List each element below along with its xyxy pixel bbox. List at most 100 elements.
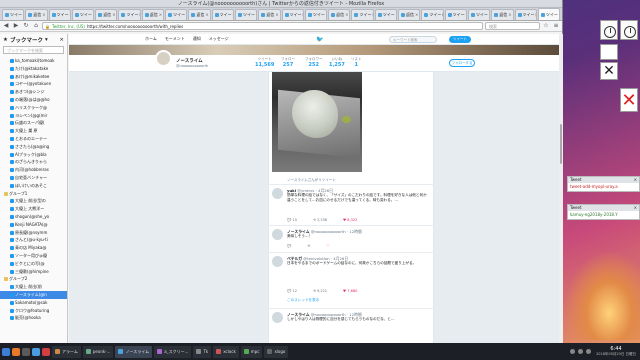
menu-icon[interactable]: ≡ bbox=[552, 22, 560, 30]
browser-tab[interactable]: 返信 × bbox=[25, 9, 48, 20]
avatar[interactable] bbox=[272, 188, 283, 199]
bookmark-item[interactable]: とおるのエーテー bbox=[0, 135, 67, 143]
bookmark-item[interactable]: 自宅亜バンチャー bbox=[0, 174, 67, 182]
browser-tab[interactable]: 返信 × bbox=[258, 9, 281, 20]
browser-tab[interactable]: ツイート× bbox=[71, 9, 95, 20]
tweet[interactable]: ノースライム @noooooooooorth · 12時間 しかしやはり人は物理… bbox=[269, 308, 435, 343]
browser-tab[interactable]: ツイート× bbox=[304, 9, 328, 20]
retweet-icon[interactable]: ⟲ 3,336 bbox=[313, 218, 327, 222]
avatar[interactable] bbox=[155, 50, 172, 67]
browser-tab[interactable]: 返信 × bbox=[398, 9, 421, 20]
bookmark-item[interactable]: 大優上 巣 原 bbox=[0, 127, 67, 135]
taskbar-task[interactable]: Tk bbox=[193, 345, 212, 358]
bookmark-item[interactable]: 大優上 前出(型の bbox=[0, 197, 67, 205]
bookmark-item[interactable]: ノースライム(@n bbox=[0, 290, 67, 299]
notification-popup[interactable]: Tweet × kamuy-eg2018y-2018.Y bbox=[567, 204, 640, 220]
bookmark-item[interactable]: クロウ@featuring bbox=[0, 307, 67, 315]
close-icon[interactable]: × bbox=[112, 10, 115, 20]
search-input[interactable]: 検索 bbox=[485, 22, 540, 30]
bookmark-item[interactable]: 販売(@hooka bbox=[0, 314, 67, 322]
nav-messages[interactable]: メッセージ bbox=[209, 36, 229, 42]
profile-stat[interactable]: フォロー 257 bbox=[281, 57, 295, 68]
browser-tab[interactable]: ツイート× bbox=[211, 9, 234, 20]
browser-tab[interactable]: ツイート× bbox=[444, 9, 467, 20]
bookmark-item[interactable]: Sakamoto(@sak bbox=[0, 299, 67, 307]
taskbar-clock[interactable]: 6:44 2018年05月20日 日曜日 bbox=[594, 346, 638, 357]
browser-tab[interactable]: ツイート× bbox=[374, 9, 398, 20]
close-icon[interactable]: × bbox=[634, 205, 637, 211]
bookmark-item[interactable]: 大優上 大熊洋ー bbox=[0, 205, 67, 213]
xclock-widget[interactable] bbox=[600, 20, 618, 40]
reply-icon[interactable]: 💬 15 bbox=[287, 218, 297, 222]
taskbar-task[interactable]: mpc bbox=[240, 345, 263, 358]
follow-button[interactable]: フォローする bbox=[449, 59, 475, 67]
bookmark-item[interactable]: の端落(@は@@ho bbox=[0, 96, 67, 104]
like-icon[interactable]: ♡ bbox=[326, 244, 329, 248]
close-icon[interactable]: × bbox=[205, 10, 208, 20]
taskbar-task[interactable]: peonk-... bbox=[82, 345, 114, 358]
forward-button[interactable]: ▶ bbox=[12, 22, 20, 30]
red-x-icon[interactable]: ✕ bbox=[620, 88, 638, 112]
browser-tab[interactable]: ツイート× bbox=[234, 9, 258, 20]
bookmark-item[interactable]: ヨシペン(@g(mir bbox=[0, 112, 67, 120]
reply-icon[interactable]: 💬 bbox=[287, 244, 291, 248]
tweet[interactable]: yuki @ymtnrs · 4月26日 簡単な料理の話ではなく、「サイズ」のこ… bbox=[269, 184, 435, 224]
profile-stat[interactable]: フォロワー 252 bbox=[305, 57, 323, 68]
nav-notifications[interactable]: 通知 bbox=[193, 36, 201, 42]
show-thread-link[interactable]: このスレッドを表示 bbox=[287, 298, 319, 303]
browser-tab[interactable]: ツイート× bbox=[48, 9, 71, 20]
close-icon[interactable]: × bbox=[508, 10, 511, 20]
twitter-search-input[interactable]: キーワード検索 bbox=[389, 36, 437, 43]
bookmark-item[interactable]: さんと(@u-kyu-ti bbox=[0, 236, 67, 244]
bookmark-item[interactable]: あきつ(@シンジ bbox=[0, 88, 67, 96]
nav-moments[interactable]: モーメント bbox=[165, 36, 185, 42]
home-icon[interactable]: ⌂ bbox=[32, 22, 40, 30]
bookmark-item[interactable]: ka_tomoaki(tomoak bbox=[0, 57, 67, 65]
bookmark-item[interactable]: のざらんきりゃら bbox=[0, 158, 67, 166]
tweet-photo[interactable] bbox=[272, 72, 362, 172]
xlogo-icon[interactable]: ✕ bbox=[600, 62, 618, 80]
sidebar-title[interactable]: ブックマーク bbox=[10, 36, 43, 44]
close-icon[interactable]: × bbox=[345, 10, 348, 20]
browser-tab[interactable]: ツイート× bbox=[165, 9, 188, 20]
browser-icon[interactable] bbox=[42, 347, 50, 356]
bookmark-item[interactable]: あけ(@mikaketee bbox=[0, 73, 67, 81]
bookmark-item[interactable]: ささたら(@a@ing bbox=[0, 143, 67, 151]
browser-tab[interactable]: 返信 × bbox=[141, 9, 165, 20]
like-icon[interactable]: ♥ 8,322 bbox=[343, 218, 357, 222]
close-icon[interactable]: × bbox=[42, 10, 45, 20]
bookmark-item[interactable]: ビケとにの写(@ bbox=[0, 260, 67, 268]
taskbar-task[interactable]: a_スクリー... bbox=[154, 345, 192, 358]
like-icon[interactable]: ♥ 7,680 bbox=[343, 289, 357, 293]
avatar[interactable] bbox=[272, 256, 283, 267]
bookmark-item[interactable]: コヤー(@yotakuen bbox=[0, 80, 67, 88]
taskbar-task[interactable]: xlogo bbox=[264, 345, 289, 358]
bookmark-folder[interactable]: グループ2 bbox=[0, 275, 67, 283]
network-icon[interactable] bbox=[570, 349, 576, 354]
taskbar-task[interactable]: xclock bbox=[213, 345, 239, 358]
content-scrollbar[interactable] bbox=[559, 34, 563, 343]
bookmark-star-icon[interactable]: ☆ bbox=[542, 22, 550, 30]
avatar[interactable] bbox=[272, 229, 283, 240]
bookmark-item[interactable]: Kenji NAGATA(@ bbox=[0, 221, 67, 229]
profile-stat[interactable]: ツイート 11,569 bbox=[255, 57, 274, 68]
taskbar-task[interactable]: ノースライム bbox=[115, 345, 153, 358]
bookmark-search-input[interactable]: ブックマークを検索 bbox=[3, 46, 64, 54]
tweet[interactable]: ベテルガ @tenlvolution · 4月26日 日本をやるまでのボードゲー… bbox=[269, 252, 435, 307]
scrollbar-thumb[interactable] bbox=[560, 124, 562, 164]
bookmark-item[interactable]: 伝盛のスーパ優( bbox=[0, 119, 67, 127]
back-button[interactable]: ◀ bbox=[2, 22, 10, 30]
avatar[interactable] bbox=[272, 312, 283, 323]
terminal-icon[interactable] bbox=[22, 347, 30, 356]
bookmark-item[interactable]: 大優上 前出(前 bbox=[0, 283, 67, 291]
bookmark-item[interactable]: たけ(@ktakatake bbox=[0, 65, 67, 73]
close-icon[interactable]: × bbox=[159, 10, 162, 20]
url-bar[interactable]: 🔒 Twitter, Inc. (US) https://twitter.com… bbox=[42, 22, 483, 30]
profile-stat[interactable]: リスト 1 bbox=[351, 57, 362, 68]
retweet-icon[interactable]: ⟲ 9,221 bbox=[313, 289, 327, 293]
bookmark-item[interactable]: AIプラック(@bla bbox=[0, 151, 67, 159]
bookmark-folder[interactable]: グループ1 bbox=[0, 190, 67, 198]
bookmark-item[interactable]: shogun(@she_yo bbox=[0, 213, 67, 221]
xclock-widget[interactable] bbox=[620, 20, 638, 40]
browser-tab[interactable]: 返信 × bbox=[328, 9, 351, 20]
